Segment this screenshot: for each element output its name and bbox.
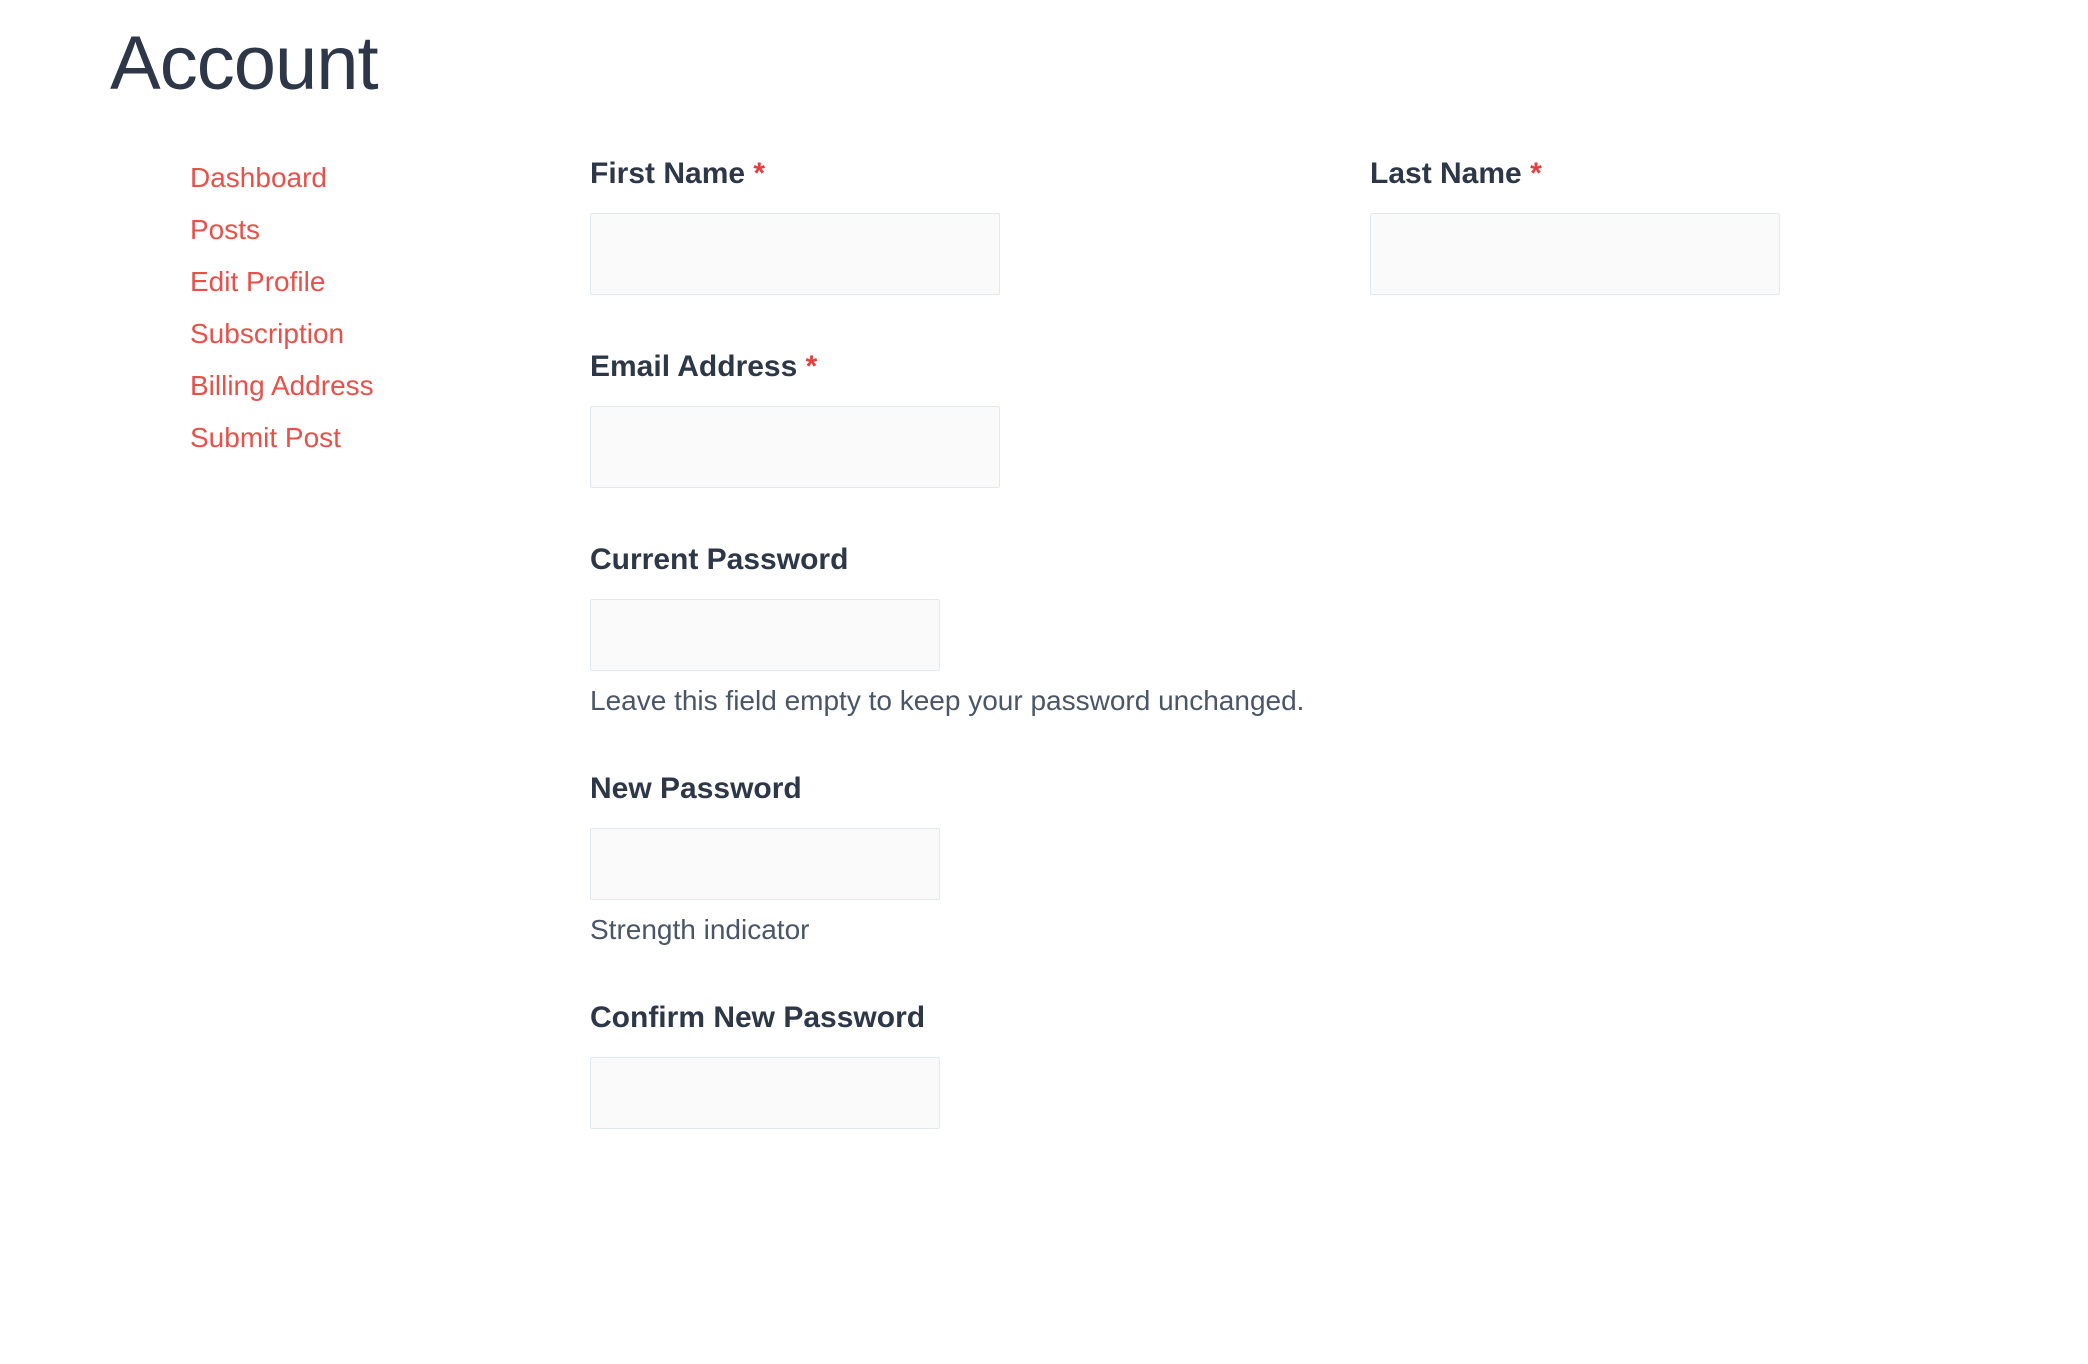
sidebar-item-billing-address[interactable]: Billing Address: [190, 370, 374, 401]
required-indicator: *: [753, 157, 765, 190]
last-name-label: Last Name *: [1370, 157, 1780, 191]
strength-indicator: Strength indicator: [590, 914, 1978, 946]
sidebar-item-edit-profile[interactable]: Edit Profile: [190, 266, 325, 297]
current-password-help: Leave this field empty to keep your pass…: [590, 685, 1978, 717]
new-password-field[interactable]: [590, 828, 940, 900]
page-title: Account: [110, 20, 1978, 107]
email-field[interactable]: [590, 406, 1000, 488]
confirm-password-label: Confirm New Password: [590, 1001, 1978, 1035]
required-indicator: *: [806, 350, 818, 383]
main-content: First Name * Last Name * Email Address *: [590, 157, 1978, 1184]
first-name-field[interactable]: [590, 213, 1000, 295]
sidebar-item-posts[interactable]: Posts: [190, 214, 260, 245]
current-password-label: Current Password: [590, 543, 1978, 577]
current-password-field[interactable]: [590, 599, 940, 671]
first-name-label: First Name *: [590, 157, 1000, 191]
sidebar-item-submit-post[interactable]: Submit Post: [190, 422, 341, 453]
required-indicator: *: [1530, 157, 1542, 190]
sidebar-nav: Dashboard Posts Edit Profile Subscriptio…: [110, 157, 420, 1184]
email-label: Email Address *: [590, 350, 1978, 384]
sidebar-item-subscription[interactable]: Subscription: [190, 318, 344, 349]
new-password-label: New Password: [590, 772, 1978, 806]
confirm-password-field[interactable]: [590, 1057, 940, 1129]
sidebar-item-dashboard[interactable]: Dashboard: [190, 162, 327, 193]
last-name-field[interactable]: [1370, 213, 1780, 295]
